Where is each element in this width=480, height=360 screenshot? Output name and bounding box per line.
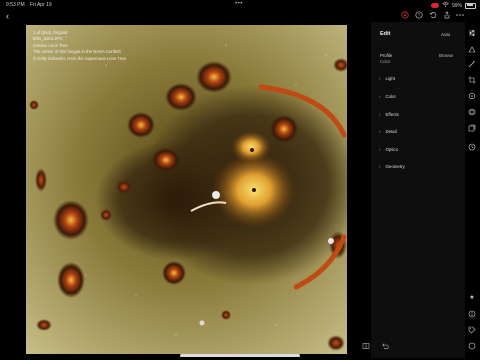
section-label: Light [385, 76, 395, 81]
photo-info-line: The center of this fungus in the NASA Co… [33, 49, 121, 55]
undo-history-icon[interactable] [428, 11, 438, 21]
back-arrow-icon[interactable]: ‹ [6, 11, 9, 21]
chevron-right-icon: › [379, 129, 381, 134]
share-icon[interactable] [442, 11, 452, 21]
recording-indicator [430, 3, 439, 8]
chevron-right-icon: › [379, 112, 381, 117]
section-label: Color [385, 94, 396, 99]
undo-icon[interactable] [381, 342, 389, 352]
chevron-right-icon: › [379, 94, 381, 99]
edit-panel [371, 22, 465, 358]
masking-icon[interactable] [466, 108, 478, 118]
tool-rail [465, 22, 480, 358]
chevron-right-icon: › [379, 76, 381, 81]
chevron-right-icon: › [379, 164, 381, 169]
status-bar: 9:53 PM Fri Apr 19 [6, 2, 56, 8]
section-color[interactable]: › Color [379, 94, 396, 99]
healing-icon[interactable] [466, 92, 478, 102]
browse-profiles-button[interactable]: Browse [439, 53, 453, 58]
auto-button[interactable]: Auto [441, 32, 450, 37]
battery-icon [465, 2, 476, 9]
info-icon[interactable] [466, 310, 478, 320]
battery-percent: 99% [451, 2, 462, 9]
status-indicators: 99% [430, 2, 476, 9]
home-indicator[interactable] [180, 354, 300, 357]
chevron-right-icon: › [379, 147, 381, 152]
section-light[interactable]: › Light [379, 76, 395, 81]
cloud-sync-icon[interactable] [400, 11, 410, 21]
star-rating-icon[interactable]: ★ [466, 294, 478, 301]
wifi-icon [442, 2, 449, 9]
status-date: Fri Apr 19 [30, 2, 52, 8]
history-icon[interactable] [466, 143, 478, 153]
section-effects[interactable]: › Effects [379, 112, 399, 117]
section-label: Optics [385, 147, 398, 152]
section-label: Effects [385, 112, 399, 117]
photo-info-line: © Kelly Schaefer, Hero the Supernova Len… [33, 55, 126, 61]
section-optics[interactable]: › Optics [379, 147, 398, 152]
photo-canvas[interactable]: 1 of (554) Original IMG_8104.JPG Cosmic … [26, 25, 347, 354]
versions-icon[interactable] [466, 124, 478, 134]
section-label: Geometry [385, 164, 405, 169]
multitasking-dots[interactable]: ••• [235, 1, 243, 7]
profile-value[interactable]: Color [380, 59, 390, 64]
crop-icon[interactable] [466, 76, 478, 86]
presets-icon[interactable] [466, 46, 478, 56]
compare-icon[interactable] [362, 342, 370, 352]
section-detail[interactable]: › Detail [379, 129, 397, 134]
edit-title: Edit [380, 31, 391, 37]
comment-icon[interactable] [466, 342, 478, 352]
tag-icon[interactable] [466, 326, 478, 336]
help-icon[interactable]: ? [414, 11, 424, 21]
status-time: 9:53 PM [6, 2, 25, 8]
section-geometry[interactable]: › Geometry [379, 164, 405, 169]
magic-wand-icon[interactable] [466, 60, 478, 70]
adjust-sliders-icon[interactable] [466, 29, 478, 39]
more-icon[interactable] [455, 11, 465, 21]
photo-info-overlay: 1 of (554) Original IMG_8104.JPG Cosmic … [33, 30, 126, 62]
galaxy-photo [26, 25, 347, 354]
section-label: Detail [385, 129, 397, 134]
profile-label[interactable]: Profile [380, 53, 392, 58]
svg-text:?: ? [418, 13, 421, 18]
